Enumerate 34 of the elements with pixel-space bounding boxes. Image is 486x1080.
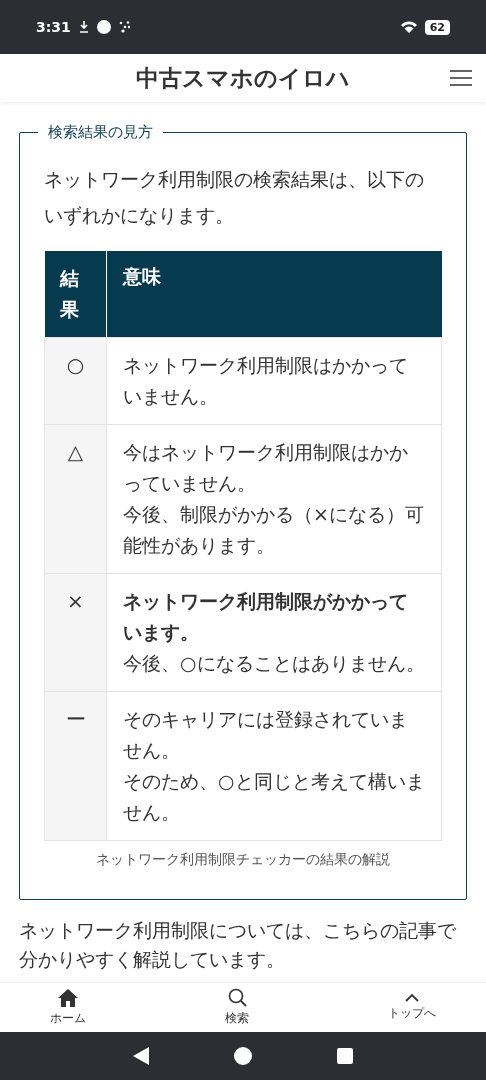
meaning-text: 今後、制限がかかる（×になる）可能性があります。 [123, 502, 425, 558]
battery-icon: 62 [424, 19, 450, 35]
result-cell: × [44, 573, 107, 692]
column-header: 結果 [44, 251, 107, 338]
nav-item[interactable]: ホーム [50, 983, 86, 1032]
result-cell: ー [44, 691, 107, 841]
wifi-icon [400, 21, 417, 33]
meaning-text: そのため、○と同じと考えて構いません。 [123, 769, 425, 825]
meaning-text: そのキャリアには登録されていません。 [123, 707, 409, 763]
body-text: ネットワーク利用制限については、こちらの記事で分かりやすく解説しています。 [19, 918, 457, 972]
column-header: 意味 [106, 251, 442, 338]
download-icon [78, 21, 89, 33]
recents-icon[interactable] [337, 1048, 354, 1064]
search-icon [227, 988, 247, 1007]
nav-item[interactable]: 検索 [225, 983, 249, 1032]
circle-icon [96, 20, 111, 34]
status-time: 3:31 [36, 19, 71, 35]
result-cell: △ [44, 424, 107, 574]
meaning-text: 今はネットワーク利用制限はかかっていません。 [123, 440, 409, 496]
intro-text: ネットワーク利用制限の検索結果は、以下のいずれかになります。 [44, 167, 425, 228]
dots-icon [118, 21, 131, 33]
nav-item[interactable]: トップへ [388, 983, 436, 1032]
table-caption: ネットワーク利用制限チェッカーの結果の解説 [95, 851, 391, 869]
home-button-icon[interactable] [234, 1047, 252, 1065]
home-icon [58, 988, 78, 1007]
meaning-text: ネットワーク利用制限はかかっていません。 [123, 353, 409, 409]
back-icon[interactable] [132, 1047, 149, 1065]
result-cell: ○ [44, 337, 107, 425]
chevron-up-icon [405, 993, 419, 1002]
box-legend: 検索結果の見方 [38, 123, 163, 142]
meaning-text: ネットワーク利用制限がかかっています。 [123, 589, 409, 645]
menu-icon[interactable] [450, 70, 472, 86]
meaning-text: 今後、○になることはありません。 [123, 651, 425, 676]
site-title[interactable]: 中古スマホのイロハ [136, 62, 350, 94]
